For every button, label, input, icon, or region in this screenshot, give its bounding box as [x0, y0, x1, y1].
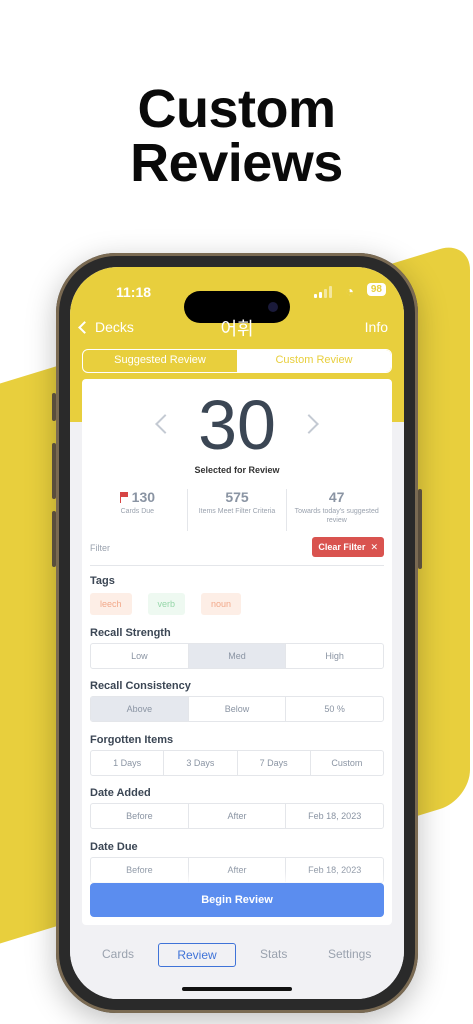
clear-filter-label: Clear Filter — [318, 542, 366, 552]
stats-row: 130 Cards Due 575 Items Meet Filter Crit… — [88, 489, 386, 531]
recall-strength-options: Low Med High — [90, 643, 384, 669]
tag-leech[interactable]: leech — [90, 593, 132, 615]
tab-custom-review[interactable]: Custom Review — [237, 350, 391, 372]
stat-label: Items Meet Filter Criteria — [198, 508, 276, 515]
option-3-days[interactable]: 3 Days — [164, 751, 238, 775]
stat-items-meet-filter: 575 Items Meet Filter Criteria — [188, 489, 288, 531]
stat-value: 130 — [131, 489, 156, 505]
headline: Custom Reviews — [0, 82, 473, 190]
deck-title: 어휘 — [220, 319, 254, 339]
flag-icon — [119, 491, 129, 503]
date-due-picker[interactable]: Feb 18, 2023 — [286, 858, 383, 882]
app-screen: 11:18 ◔ 98 Decks 어휘 Info Suggested Revie… — [70, 267, 404, 999]
info-button[interactable]: Info — [365, 319, 388, 335]
divider — [90, 565, 384, 566]
date-added-options: Before After Feb 18, 2023 — [90, 803, 384, 829]
date-due-options: Before After Feb 18, 2023 — [90, 857, 384, 883]
recall-strength-heading: Recall Strength — [90, 627, 171, 639]
home-indicator — [182, 987, 292, 991]
tab-settings[interactable]: Settings — [328, 943, 371, 967]
option-7-days[interactable]: 7 Days — [238, 751, 311, 775]
power-button — [418, 489, 422, 569]
forgotten-items-heading: Forgotten Items — [90, 734, 174, 746]
stat-label: Cards Due — [120, 508, 155, 515]
recall-consistency-options: Above Below 50 % — [90, 696, 384, 722]
stat-value: 575 — [225, 489, 249, 505]
volume-up-button — [52, 443, 56, 499]
option-below[interactable]: Below — [189, 697, 287, 721]
review-count: 30 — [198, 386, 276, 464]
close-icon: ✕ — [370, 541, 378, 552]
tab-stats[interactable]: Stats — [260, 943, 287, 967]
forgotten-items-options: 1 Days 3 Days 7 Days Custom — [90, 750, 384, 776]
wifi-icon: ◔ — [345, 283, 354, 299]
option-before[interactable]: Before — [91, 858, 189, 882]
stat-label: Towards today's suggested review — [294, 508, 379, 524]
stat-cards-due: 130 Cards Due — [88, 489, 188, 531]
headline-line-1: Custom — [137, 79, 337, 139]
option-1-days[interactable]: 1 Days — [91, 751, 165, 775]
tag-verb[interactable]: verb — [147, 593, 186, 615]
tab-cards[interactable]: Cards — [102, 943, 134, 967]
option-after[interactable]: After — [189, 858, 287, 882]
option-low[interactable]: Low — [91, 644, 189, 668]
date-due-heading: Date Due — [90, 841, 138, 853]
tab-bar: Cards Review Stats Settings — [70, 935, 404, 999]
battery-icon: 98 — [366, 283, 386, 296]
custom-review-card: 30 Selected for Review 130 Cards Due 575… — [82, 379, 392, 925]
date-added-heading: Date Added — [90, 787, 151, 799]
recall-consistency-heading: Recall Consistency — [90, 680, 191, 692]
tag-list: leech verb noun — [90, 593, 242, 615]
status-time: 11:18 — [116, 284, 152, 300]
review-mode-selector: Suggested Review Custom Review — [82, 349, 392, 373]
tab-suggested-review[interactable]: Suggested Review — [83, 350, 237, 372]
clear-filter-button[interactable]: Clear Filter ✕ — [312, 537, 384, 557]
tag-noun[interactable]: noun — [201, 593, 242, 615]
mute-switch — [52, 393, 56, 421]
tab-review[interactable]: Review — [158, 943, 236, 967]
stat-towards-suggested: 47 Towards today's suggested review — [287, 489, 386, 531]
navigation-bar: Decks 어휘 Info — [70, 315, 404, 341]
option-med[interactable]: Med — [188, 644, 287, 668]
option-percent[interactable]: 50 % — [286, 697, 383, 721]
headline-line-2: Reviews — [130, 133, 343, 193]
option-custom[interactable]: Custom — [311, 751, 383, 775]
date-added-picker[interactable]: Feb 18, 2023 — [286, 804, 383, 828]
phone-frame: 11:18 ◔ 98 Decks 어휘 Info Suggested Revie… — [52, 253, 422, 1013]
tags-heading: Tags — [90, 575, 115, 587]
option-above[interactable]: Above — [91, 697, 189, 721]
option-after[interactable]: After — [189, 804, 287, 828]
option-before[interactable]: Before — [91, 804, 189, 828]
stat-value: 47 — [328, 489, 345, 505]
cellular-signal-icon — [314, 286, 332, 298]
volume-down-button — [52, 511, 56, 567]
review-count-caption: Selected for Review — [194, 465, 280, 475]
status-bar: 11:18 ◔ 98 — [70, 281, 404, 323]
review-counter: 30 Selected for Review — [82, 387, 392, 475]
begin-review-button[interactable]: Begin Review — [90, 883, 384, 917]
filter-label: Filter — [90, 543, 110, 553]
camera-icon — [268, 302, 278, 312]
option-high[interactable]: High — [286, 644, 383, 668]
